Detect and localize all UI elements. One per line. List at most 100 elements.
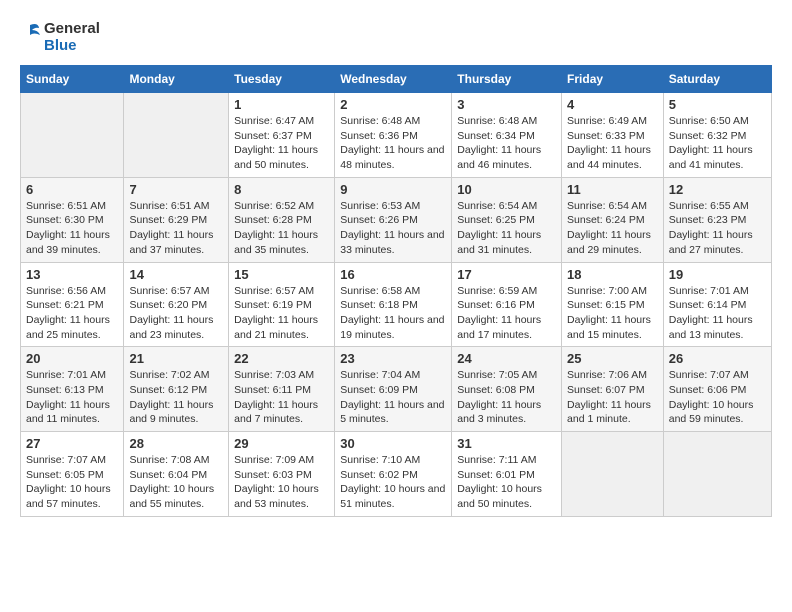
day-number: 7 bbox=[129, 182, 223, 197]
day-info: Sunrise: 6:49 AMSunset: 6:33 PMDaylight:… bbox=[567, 114, 658, 173]
day-number: 8 bbox=[234, 182, 329, 197]
calendar-cell: 3Sunrise: 6:48 AMSunset: 6:34 PMDaylight… bbox=[452, 93, 562, 178]
day-info: Sunrise: 6:59 AMSunset: 6:16 PMDaylight:… bbox=[457, 284, 556, 343]
day-number: 13 bbox=[26, 267, 118, 282]
calendar-week-row: 20 Sunrise: 7:01 AMSunset: 6:13 PMDayligh… bbox=[21, 347, 772, 432]
day-info: Sunrise: 6:54 AMSunset: 6:25 PMDaylight:… bbox=[457, 199, 556, 258]
day-info: Sunrise: 7:03 AMSunset: 6:11 PMDaylight:… bbox=[234, 368, 329, 427]
calendar-cell: 20 Sunrise: 7:01 AMSunset: 6:13 PMDayligh… bbox=[21, 347, 124, 432]
day-info: Sunrise: 6:53 AMSunset: 6:26 PMDaylight:… bbox=[340, 199, 446, 258]
calendar-cell: 17Sunrise: 6:59 AMSunset: 6:16 PMDayligh… bbox=[452, 262, 562, 347]
calendar-cell: 21Sunrise: 7:02 AMSunset: 6:12 PMDayligh… bbox=[124, 347, 229, 432]
calendar-cell: 15 Sunrise: 6:57 AMSunset: 6:19 PMDayligh… bbox=[229, 262, 335, 347]
calendar-week-row: 1Sunrise: 6:47 AMSunset: 6:37 PMDaylight… bbox=[21, 93, 772, 178]
calendar-cell: 25 Sunrise: 7:06 AMSunset: 6:07 PMDayligh… bbox=[562, 347, 664, 432]
day-info: Sunrise: 7:09 AMSunset: 6:03 PMDaylight:… bbox=[234, 453, 329, 512]
calendar-cell: 10 Sunrise: 6:54 AMSunset: 6:25 PMDayligh… bbox=[452, 177, 562, 262]
day-info: Sunrise: 6:48 AMSunset: 6:34 PMDaylight:… bbox=[457, 114, 556, 173]
calendar-cell: 12Sunrise: 6:55 AMSunset: 6:23 PMDayligh… bbox=[663, 177, 771, 262]
day-number: 24 bbox=[457, 351, 556, 366]
day-info: Sunrise: 7:01 AMSunset: 6:13 PMDaylight:… bbox=[26, 368, 118, 427]
day-info: Sunrise: 7:02 AMSunset: 6:12 PMDaylight:… bbox=[129, 368, 223, 427]
day-info: Sunrise: 7:07 AMSunset: 6:05 PMDaylight:… bbox=[26, 453, 118, 512]
day-number: 19 bbox=[669, 267, 766, 282]
day-number: 28 bbox=[129, 436, 223, 451]
calendar-cell: 23 Sunrise: 7:04 AMSunset: 6:09 PMDayligh… bbox=[335, 347, 452, 432]
calendar-cell: 8 Sunrise: 6:52 AMSunset: 6:28 PMDaylight… bbox=[229, 177, 335, 262]
day-number: 29 bbox=[234, 436, 329, 451]
weekday-header: Tuesday bbox=[229, 66, 335, 93]
day-info: Sunrise: 6:54 AMSunset: 6:24 PMDaylight:… bbox=[567, 199, 658, 258]
day-info: Sunrise: 6:55 AMSunset: 6:23 PMDaylight:… bbox=[669, 199, 766, 258]
day-info: Sunrise: 7:05 AMSunset: 6:08 PMDaylight:… bbox=[457, 368, 556, 427]
day-number: 2 bbox=[340, 97, 446, 112]
calendar-cell: 26 Sunrise: 7:07 AMSunset: 6:06 PMDayligh… bbox=[663, 347, 771, 432]
day-info: Sunrise: 7:07 AMSunset: 6:06 PMDaylight:… bbox=[669, 368, 766, 427]
day-number: 10 bbox=[457, 182, 556, 197]
weekday-header: Monday bbox=[124, 66, 229, 93]
calendar-cell: 11 Sunrise: 6:54 AMSunset: 6:24 PMDayligh… bbox=[562, 177, 664, 262]
day-number: 16 bbox=[340, 267, 446, 282]
logo-general: General bbox=[44, 21, 100, 38]
calendar-cell: 31 Sunrise: 7:11 AMSunset: 6:01 PMDayligh… bbox=[452, 432, 562, 517]
calendar-week-row: 13 Sunrise: 6:56 AMSunset: 6:21 PMDayligh… bbox=[21, 262, 772, 347]
calendar-table: SundayMondayTuesdayWednesdayThursdayFrid… bbox=[20, 65, 772, 517]
calendar-cell: 13 Sunrise: 6:56 AMSunset: 6:21 PMDayligh… bbox=[21, 262, 124, 347]
logo-bird-icon bbox=[20, 20, 40, 55]
day-info: Sunrise: 7:10 AMSunset: 6:02 PMDaylight:… bbox=[340, 453, 446, 512]
weekday-header: Saturday bbox=[663, 66, 771, 93]
logo-blue: Blue bbox=[44, 38, 100, 55]
calendar-cell: 4 Sunrise: 6:49 AMSunset: 6:33 PMDaylight… bbox=[562, 93, 664, 178]
day-number: 5 bbox=[669, 97, 766, 112]
day-number: 9 bbox=[340, 182, 446, 197]
day-number: 25 bbox=[567, 351, 658, 366]
calendar-cell: 30 Sunrise: 7:10 AMSunset: 6:02 PMDayligh… bbox=[335, 432, 452, 517]
day-info: Sunrise: 6:47 AMSunset: 6:37 PMDaylight:… bbox=[234, 114, 329, 173]
day-info: Sunrise: 6:58 AMSunset: 6:18 PMDaylight:… bbox=[340, 284, 446, 343]
day-info: Sunrise: 6:52 AMSunset: 6:28 PMDaylight:… bbox=[234, 199, 329, 258]
weekday-header: Thursday bbox=[452, 66, 562, 93]
day-info: Sunrise: 7:01 AMSunset: 6:14 PMDaylight:… bbox=[669, 284, 766, 343]
day-number: 20 bbox=[26, 351, 118, 366]
day-info: Sunrise: 6:51 AMSunset: 6:30 PMDaylight:… bbox=[26, 199, 118, 258]
day-number: 6 bbox=[26, 182, 118, 197]
calendar-cell bbox=[562, 432, 664, 517]
day-info: Sunrise: 7:06 AMSunset: 6:07 PMDaylight:… bbox=[567, 368, 658, 427]
header-row: SundayMondayTuesdayWednesdayThursdayFrid… bbox=[21, 66, 772, 93]
day-number: 26 bbox=[669, 351, 766, 366]
day-info: Sunrise: 7:04 AMSunset: 6:09 PMDaylight:… bbox=[340, 368, 446, 427]
day-number: 4 bbox=[567, 97, 658, 112]
day-info: Sunrise: 7:11 AMSunset: 6:01 PMDaylight:… bbox=[457, 453, 556, 512]
day-info: Sunrise: 7:08 AMSunset: 6:04 PMDaylight:… bbox=[129, 453, 223, 512]
calendar-cell: 14 Sunrise: 6:57 AMSunset: 6:20 PMDayligh… bbox=[124, 262, 229, 347]
day-info: Sunrise: 6:57 AMSunset: 6:20 PMDaylight:… bbox=[129, 284, 223, 343]
calendar-cell: 5Sunrise: 6:50 AMSunset: 6:32 PMDaylight… bbox=[663, 93, 771, 178]
day-number: 18 bbox=[567, 267, 658, 282]
day-info: Sunrise: 6:51 AMSunset: 6:29 PMDaylight:… bbox=[129, 199, 223, 258]
weekday-header: Sunday bbox=[21, 66, 124, 93]
calendar-cell: 28 Sunrise: 7:08 AMSunset: 6:04 PMDayligh… bbox=[124, 432, 229, 517]
calendar-cell: 19 Sunrise: 7:01 AMSunset: 6:14 PMDayligh… bbox=[663, 262, 771, 347]
day-number: 15 bbox=[234, 267, 329, 282]
day-number: 31 bbox=[457, 436, 556, 451]
day-number: 30 bbox=[340, 436, 446, 451]
day-info: Sunrise: 6:56 AMSunset: 6:21 PMDaylight:… bbox=[26, 284, 118, 343]
day-info: Sunrise: 7:00 AMSunset: 6:15 PMDaylight:… bbox=[567, 284, 658, 343]
day-info: Sunrise: 6:57 AMSunset: 6:19 PMDaylight:… bbox=[234, 284, 329, 343]
calendar-cell: 22 Sunrise: 7:03 AMSunset: 6:11 PMDayligh… bbox=[229, 347, 335, 432]
calendar-cell bbox=[21, 93, 124, 178]
calendar-cell: 9 Sunrise: 6:53 AMSunset: 6:26 PMDaylight… bbox=[335, 177, 452, 262]
day-number: 11 bbox=[567, 182, 658, 197]
day-number: 27 bbox=[26, 436, 118, 451]
weekday-header: Friday bbox=[562, 66, 664, 93]
calendar-cell: 6 Sunrise: 6:51 AMSunset: 6:30 PMDaylight… bbox=[21, 177, 124, 262]
day-number: 23 bbox=[340, 351, 446, 366]
calendar-cell: 16 Sunrise: 6:58 AMSunset: 6:18 PMDayligh… bbox=[335, 262, 452, 347]
day-number: 22 bbox=[234, 351, 329, 366]
calendar-cell: 24 Sunrise: 7:05 AMSunset: 6:08 PMDayligh… bbox=[452, 347, 562, 432]
calendar-cell bbox=[124, 93, 229, 178]
calendar-cell: 1Sunrise: 6:47 AMSunset: 6:37 PMDaylight… bbox=[229, 93, 335, 178]
calendar-cell: 18 Sunrise: 7:00 AMSunset: 6:15 PMDayligh… bbox=[562, 262, 664, 347]
day-number: 14 bbox=[129, 267, 223, 282]
page-header: General Blue bbox=[20, 20, 772, 55]
